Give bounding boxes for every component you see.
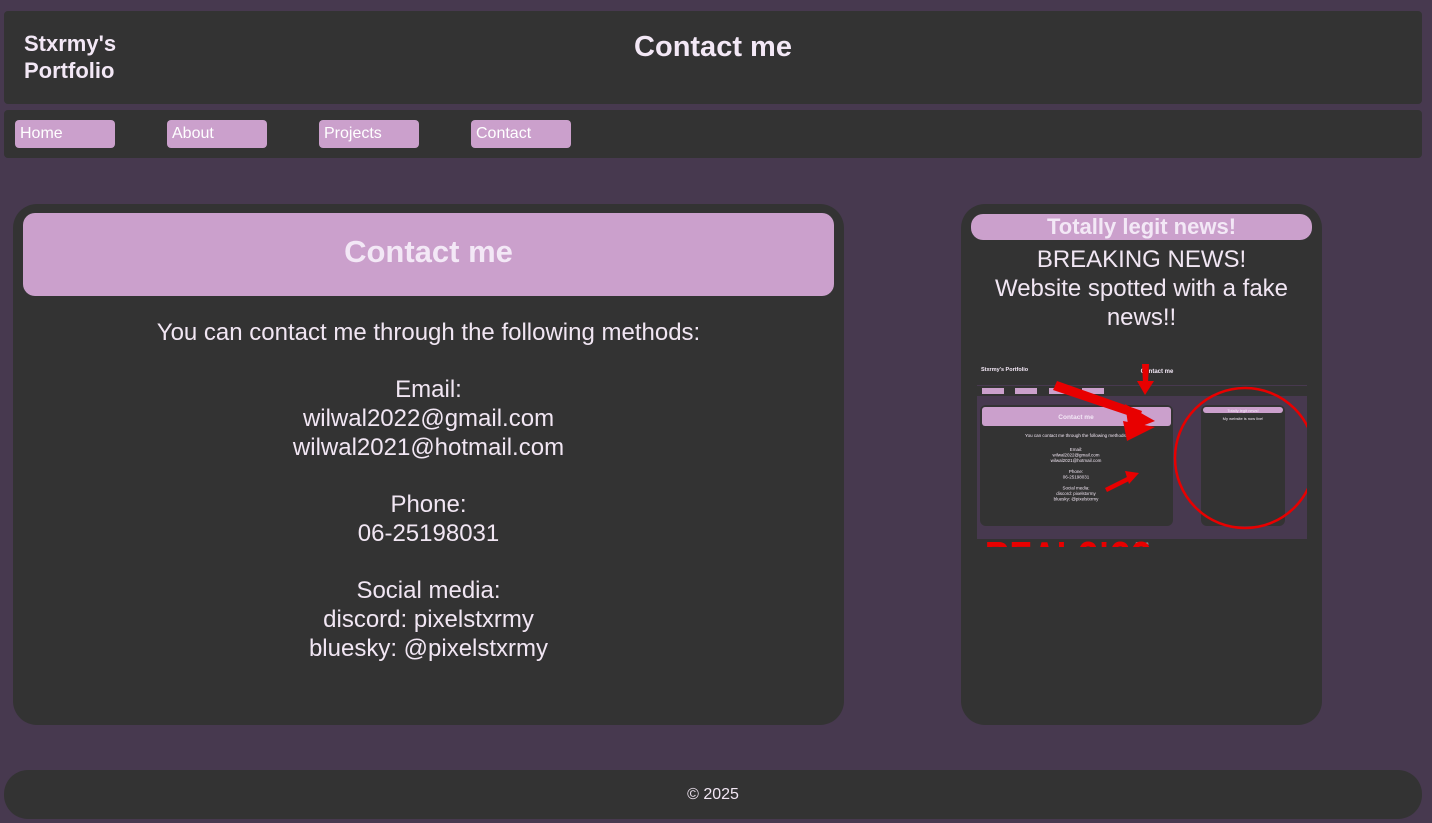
news-line-1: BREAKING NEWS! xyxy=(1036,246,1247,273)
site-header: Stxrmy's Portfolio Contact me xyxy=(4,11,1422,104)
mini-contact-line: Social media: xyxy=(1062,486,1089,491)
mini-contact-line: Email: xyxy=(1070,447,1083,452)
news-text: BREAKING NEWS! Website spotted with a fa… xyxy=(977,245,1306,332)
nav-contact-button[interactable]: Contact xyxy=(471,120,571,148)
nav-home-button[interactable]: Home xyxy=(15,120,115,148)
mini-intro: You can contact me through the following… xyxy=(1025,433,1127,438)
contact-card: Contact me You can contact me through th… xyxy=(13,204,844,725)
news-card: Totally legit news! BREAKING NEWS! Websi… xyxy=(961,204,1322,725)
phone-number: 06-25198031 xyxy=(357,520,500,547)
mini-side-heading: Totally legit news! xyxy=(1227,408,1258,413)
contact-body: You can contact me through the following… xyxy=(13,318,844,663)
nav-bar: Home About Projects Contact xyxy=(4,110,1422,158)
page-title: Contact me xyxy=(634,31,792,63)
mini-contact-line: bluesky: @pixelstxrmy xyxy=(1054,497,1100,502)
contact-intro: You can contact me through the following… xyxy=(156,319,701,346)
mini-contact-line: wilwal2021@hotmail.com xyxy=(1051,458,1102,463)
mini-contact-line: Phone: xyxy=(1069,469,1083,474)
mini-card-heading: Contact me xyxy=(1058,414,1094,421)
nav-about-button[interactable]: About xyxy=(167,120,267,148)
discord-handle: discord: pixelstxrmy xyxy=(323,606,534,633)
social-label: Social media: xyxy=(356,577,501,604)
nav-projects-button[interactable]: Projects xyxy=(319,120,419,148)
phone-label: Phone: xyxy=(390,491,467,518)
contact-heading: Contact me xyxy=(23,213,834,296)
mini-contact-line: discord: pixelstxrmy xyxy=(1056,491,1096,496)
news-screenshot-svg: Stxrmy's Portfolio Contact me Contact me… xyxy=(977,361,1307,547)
real-overlay-text: REAL?!?? xyxy=(985,534,1152,547)
news-line-2: Website spotted with a fake news!! xyxy=(994,275,1289,331)
news-screenshot-image: Stxrmy's Portfolio Contact me Contact me… xyxy=(977,361,1307,547)
mini-contact-line: wilwal2022@gmail.com xyxy=(1052,453,1099,458)
mini-brand: Stxrmy's Portfolio xyxy=(981,367,1029,373)
bluesky-handle: bluesky: @pixelstxrmy xyxy=(308,635,549,662)
email-label: Email: xyxy=(395,376,462,403)
email-primary: wilwal2022@gmail.com xyxy=(302,405,555,432)
email-secondary: wilwal2021@hotmail.com xyxy=(292,434,565,461)
news-heading: Totally legit news! xyxy=(971,214,1312,240)
mini-contact-line: 06-25198031 xyxy=(1063,475,1090,480)
site-footer: © 2025 xyxy=(4,770,1422,819)
mini-side-text: My website is now live! xyxy=(1223,416,1264,421)
